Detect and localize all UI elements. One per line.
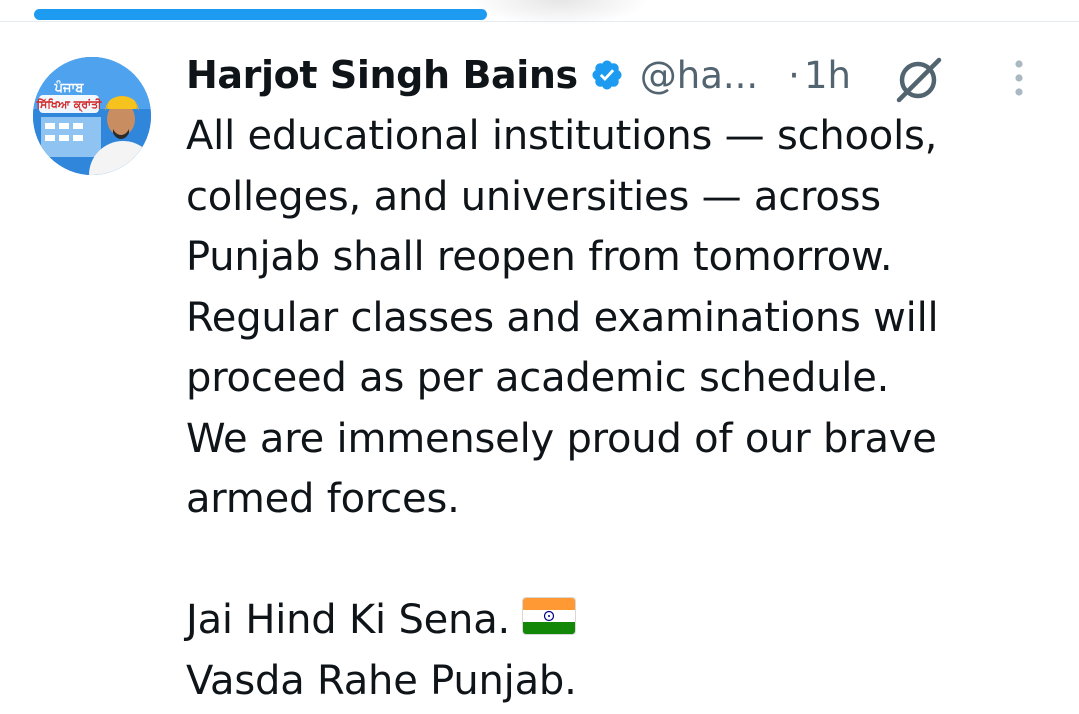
tweet-line: Regular classes and examinations will: [186, 294, 939, 341]
tweet-text: All educational institutions — schools, …: [186, 106, 1046, 711]
tweet-line: Vasda Rahe Punjab.: [186, 657, 577, 704]
tweet-line: proceed as per academic schedule.: [186, 355, 890, 401]
svg-text:ਪੰਜਾਬ: ਪੰਜਾਬ: [54, 79, 85, 96]
grok-icon[interactable]: [893, 56, 945, 104]
author-name[interactable]: Harjot Singh Bains: [186, 53, 578, 97]
separator-dot: ·: [788, 53, 800, 97]
avatar-image: ਪੰਜਾਬ ਸਿੱਖਿਆ ਕ੍ਰਾਂਤੀ: [33, 57, 151, 175]
more-vertical-icon[interactable]: [1008, 58, 1030, 102]
tweet-line: Jai Hind Ki Sena.: [186, 597, 511, 643]
india-flag-emoji: [522, 597, 577, 635]
timestamp[interactable]: 1h: [804, 54, 851, 97]
verified-badge-icon[interactable]: [590, 58, 624, 92]
tweet-line: colleges, and universities — across: [186, 173, 881, 220]
tweet-header: Harjot Singh Bains @ha... · 1h: [186, 50, 851, 100]
tweet-line: We are immensely proud of our brave: [186, 415, 937, 462]
tweet-line: Punjab shall reopen from tomorrow.: [186, 234, 893, 280]
avatar[interactable]: ਪੰਜਾਬ ਸਿੱਖਿਆ ਕ੍ਰਾਂਤੀ: [33, 57, 151, 175]
svg-text:ਸਿੱਖਿਆ ਕ੍ਰਾਂਤੀ: ਸਿੱਖਿਆ ਕ੍ਰਾਂਤੀ: [36, 97, 103, 112]
top-shadow: [470, 0, 650, 26]
author-handle[interactable]: @ha...: [640, 54, 758, 97]
tweet-line-with-flag: Jai Hind Ki Sena.: [186, 590, 1046, 651]
tweet-line: armed forces.: [186, 476, 460, 522]
tweet-line: All educational institutions — schools,: [186, 113, 938, 159]
scroll-progress-fill: [34, 9, 487, 20]
